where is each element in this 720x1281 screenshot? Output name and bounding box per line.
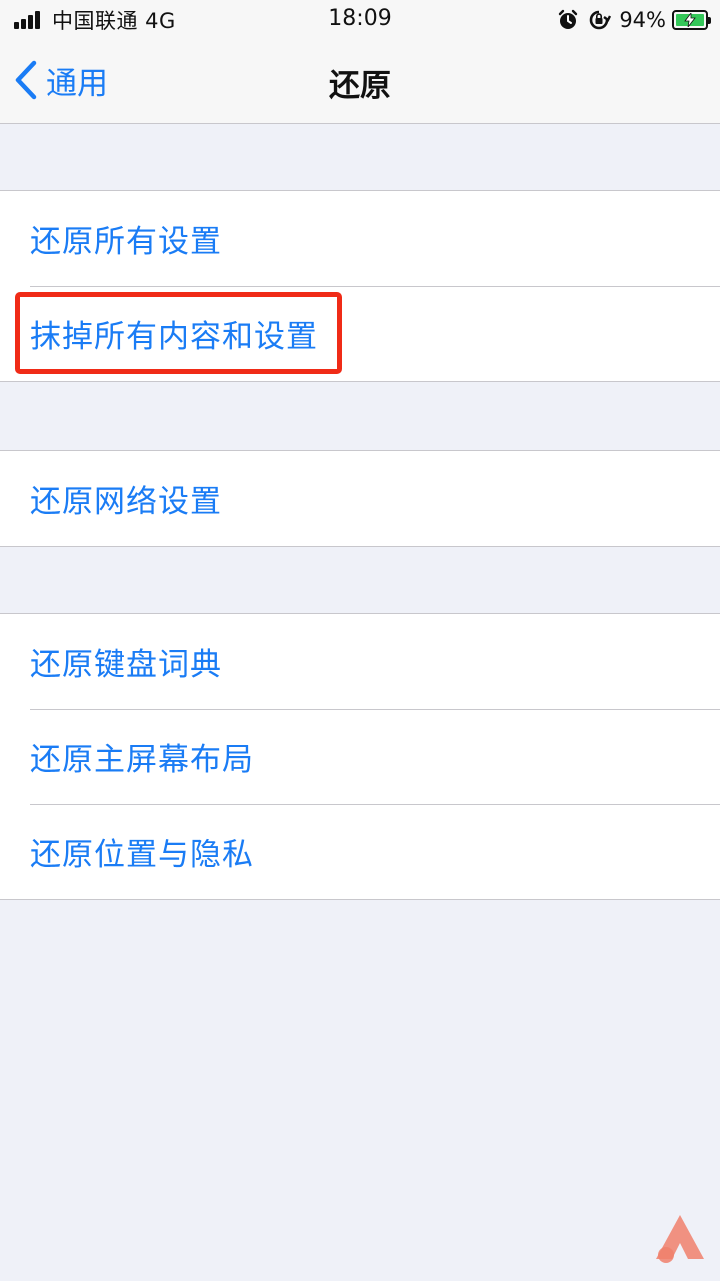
page-title: 还原 (329, 68, 391, 104)
reset-home-screen-layout-item[interactable]: 还原主屏幕布局 (0, 709, 720, 804)
erase-all-content-label: 抹掉所有内容和设置 (30, 319, 318, 355)
watermark-logo (654, 1213, 706, 1265)
reset-network-settings-label: 还原网络设置 (30, 484, 222, 520)
reset-all-settings-label: 还原所有设置 (30, 224, 222, 260)
battery-percent: 94% (619, 8, 666, 32)
reset-all-settings-item[interactable]: 还原所有设置 (0, 191, 720, 286)
reset-keyboard-dictionary-label: 还原键盘词典 (30, 647, 222, 683)
reset-group-1: 还原所有设置 抹掉所有内容和设置 (0, 190, 720, 382)
alarm-icon (557, 9, 579, 31)
reset-location-privacy-label: 还原位置与隐私 (30, 837, 254, 873)
navigation-bar: 通用 还原 (0, 40, 720, 124)
status-right: 94% (557, 6, 711, 34)
erase-all-content-item[interactable]: 抹掉所有内容和设置 (0, 286, 720, 381)
status-bar: 中国联通 4G 18:09 94% (0, 0, 720, 40)
reset-group-3: 还原键盘词典 还原主屏幕布局 还原位置与隐私 (0, 613, 720, 900)
reset-keyboard-dictionary-item[interactable]: 还原键盘词典 (0, 614, 720, 709)
battery-charging-icon (672, 10, 711, 30)
reset-network-settings-item[interactable]: 还原网络设置 (0, 451, 720, 546)
reset-location-privacy-item[interactable]: 还原位置与隐私 (0, 804, 720, 899)
orientation-lock-icon (587, 9, 612, 31)
reset-group-2: 还原网络设置 (0, 450, 720, 547)
reset-home-screen-layout-label: 还原主屏幕布局 (30, 742, 254, 778)
